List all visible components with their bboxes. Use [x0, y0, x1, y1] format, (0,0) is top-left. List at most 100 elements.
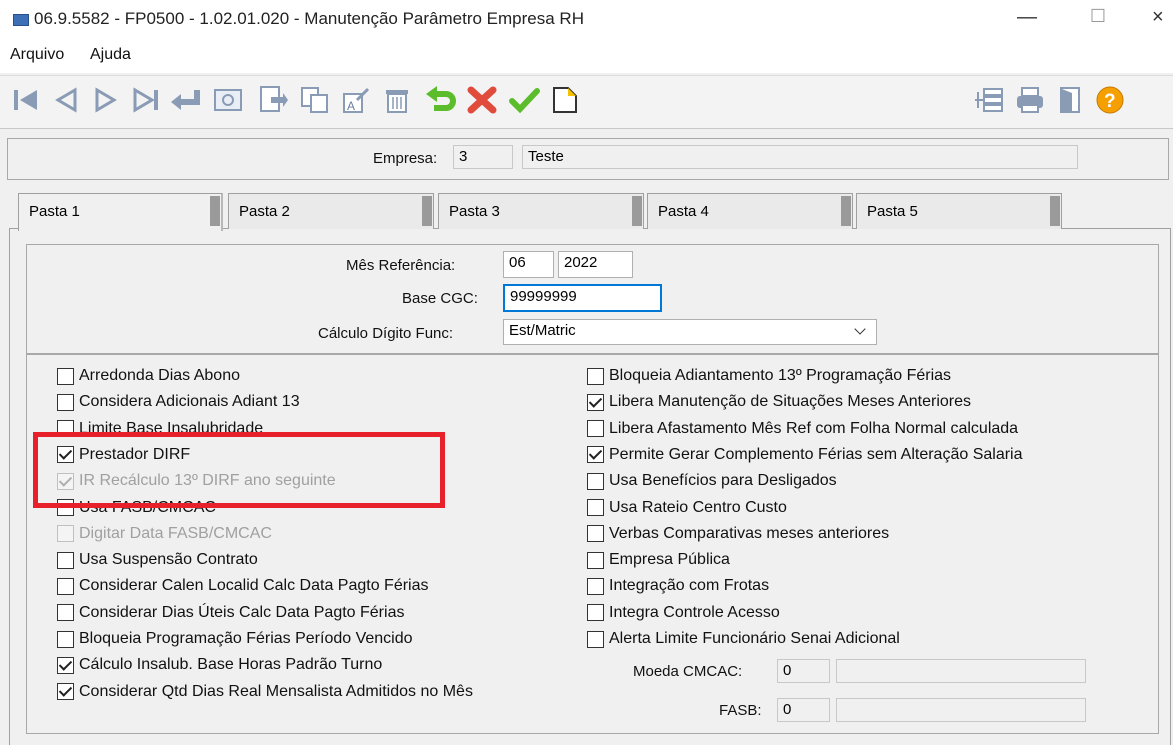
checkbox-unchecked[interactable]: [587, 525, 604, 543]
empresa-code-field: 3: [453, 145, 513, 169]
checkbox-unchecked[interactable]: [57, 367, 74, 385]
calculo-digito-select[interactable]: Est/Matric: [503, 319, 877, 345]
checkbox-option[interactable]: Alerta Limite Funcionário Senai Adiciona…: [587, 628, 900, 650]
ano-field[interactable]: 2022: [558, 251, 633, 278]
fasb-desc: [836, 698, 1086, 722]
checkbox-option[interactable]: Considerar Dias Úteis Calc Data Pagto Fé…: [57, 602, 404, 624]
checkbox-checked[interactable]: [587, 446, 604, 464]
checkbox-unchecked[interactable]: [587, 630, 604, 648]
checkbox-label: Permite Gerar Complemento Férias sem Alt…: [609, 445, 1023, 463]
copy-record-icon[interactable]: [297, 81, 333, 119]
tab-pasta-2[interactable]: Pasta 2: [228, 193, 434, 229]
new-record-icon[interactable]: [255, 81, 291, 119]
checkbox-option[interactable]: Arredonda Dias Abono: [57, 365, 240, 387]
calculo-digito-label: Cálculo Dígito Func:: [318, 325, 454, 342]
checkbox-checked[interactable]: [57, 683, 74, 701]
undo-icon[interactable]: [423, 81, 459, 119]
tab-pasta-4[interactable]: Pasta 4: [647, 193, 853, 229]
close-button[interactable]: ×: [1152, 6, 1173, 32]
checkbox-option[interactable]: Usa Suspensão Contrato: [57, 549, 258, 571]
last-record-icon[interactable]: [128, 81, 164, 119]
checkbox-unchecked[interactable]: [587, 551, 604, 569]
checkbox-unchecked[interactable]: [587, 420, 604, 438]
checkbox-label: Arredonda Dias Abono: [79, 367, 240, 384]
checkbox-option[interactable]: Integra Controle Acesso: [587, 602, 780, 624]
menu-arquivo[interactable]: Arquivo: [10, 46, 64, 64]
checkbox-option[interactable]: Usa Rateio Centro Custo: [587, 497, 787, 519]
minimize-button[interactable]: —: [1012, 6, 1042, 32]
tab-label: Pasta 4: [658, 203, 709, 220]
checkbox-unchecked[interactable]: [587, 577, 604, 595]
checkbox-unchecked[interactable]: [587, 472, 604, 490]
checkbox-unchecked[interactable]: [57, 551, 74, 569]
tab-pasta-3[interactable]: Pasta 3: [438, 193, 644, 229]
checkbox-option[interactable]: Verbas Comparativas meses anteriores: [587, 523, 889, 545]
checkbox-option[interactable]: Bloqueia Adiantamento 13º Programação Fé…: [587, 365, 951, 387]
checkbox-option[interactable]: Integração com Frotas: [587, 575, 769, 597]
moeda-cmcac-field: 0: [777, 659, 830, 683]
goto-enter-icon[interactable]: [168, 81, 204, 119]
checkbox-option[interactable]: Empresa Pública: [587, 549, 730, 571]
fasb-field: 0: [777, 698, 830, 722]
base-cgc-input[interactable]: 99999999: [503, 284, 662, 312]
tab-grip: [632, 196, 642, 226]
checkbox-label: Considera Adicionais Adiant 13: [79, 393, 300, 411]
checkbox-unchecked[interactable]: [587, 367, 604, 385]
tree-structure-icon[interactable]: [970, 81, 1006, 119]
checkbox-unchecked[interactable]: [57, 577, 74, 595]
checkbox-unchecked[interactable]: [587, 499, 604, 516]
tab-pasta-1[interactable]: Pasta 1: [18, 193, 223, 231]
checkbox-option[interactable]: Considerar Qtd Dias Real Mensalista Admi…: [57, 681, 473, 703]
menu-ajuda[interactable]: Ajuda: [90, 46, 131, 64]
mes-field[interactable]: 06: [503, 251, 554, 278]
empresa-name-field: Teste: [522, 145, 1078, 169]
print-icon[interactable]: [1012, 81, 1048, 119]
search-zoom-icon[interactable]: [210, 81, 246, 119]
tab-label: Pasta 2: [239, 203, 290, 220]
checkbox-unchecked[interactable]: [57, 604, 74, 622]
checkbox-unchecked[interactable]: [57, 630, 74, 648]
first-record-icon[interactable]: [8, 81, 44, 119]
tab-pasta-5[interactable]: Pasta 5: [856, 193, 1062, 229]
edit-record-icon[interactable]: A: [338, 81, 374, 119]
checkbox-checked[interactable]: [57, 656, 74, 674]
checkbox-label: Usa Rateio Centro Custo: [609, 498, 787, 516]
tab-grip: [1050, 196, 1060, 226]
checkbox-label: Libera Manutenção de Situações Meses Ant…: [609, 393, 971, 411]
checkbox-option[interactable]: Libera Afastamento Mês Ref com Folha Nor…: [587, 418, 1018, 440]
checkbox-label: Bloqueia Programação Férias Período Venc…: [79, 630, 413, 647]
checkbox-label: Considerar Calen Localid Calc Data Pagto…: [79, 577, 429, 595]
base-cgc-label: Base CGC:: [402, 290, 478, 307]
help-icon[interactable]: ?: [1092, 81, 1128, 119]
checkbox-label: Considerar Qtd Dias Real Mensalista Admi…: [79, 682, 473, 700]
checkbox-label: Empresa Pública: [609, 551, 730, 569]
checkbox-option[interactable]: Usa Benefícios para Desligados: [587, 470, 837, 492]
checkbox-label: Verbas Comparativas meses anteriores: [609, 524, 890, 542]
toolbar: A ?: [0, 75, 1173, 129]
previous-record-icon[interactable]: [48, 81, 84, 119]
checkbox-checked[interactable]: [587, 393, 604, 411]
cancel-icon[interactable]: [464, 81, 500, 119]
checkbox-label: Cálculo Insalub. Base Horas Padrão Turno: [79, 656, 383, 674]
checkbox-option[interactable]: Permite Gerar Complemento Férias sem Alt…: [587, 444, 1023, 466]
save-confirm-icon[interactable]: [506, 81, 542, 119]
checkbox-label: Alerta Limite Funcionário Senai Adiciona…: [609, 630, 900, 647]
checkbox-option[interactable]: Cálculo Insalub. Base Horas Padrão Turno: [57, 654, 382, 676]
fasb-label: FASB:: [719, 702, 762, 719]
maximize-button[interactable]: ☐: [1083, 6, 1113, 32]
menu-bar: [0, 40, 1173, 73]
checkbox-option[interactable]: Libera Manutenção de Situações Meses Ant…: [587, 391, 971, 413]
checkbox-label: Usa Benefícios para Desligados: [609, 472, 837, 490]
chevron-down-icon: [854, 323, 866, 335]
next-record-icon[interactable]: [88, 81, 124, 119]
new-document-icon[interactable]: [547, 81, 583, 119]
delete-record-icon[interactable]: [379, 81, 415, 119]
tab-label: Pasta 5: [867, 203, 918, 220]
exit-door-icon[interactable]: [1052, 81, 1088, 119]
checkbox-option[interactable]: Considerar Calen Localid Calc Data Pagto…: [57, 575, 429, 597]
checkbox-option[interactable]: Bloqueia Programação Férias Período Venc…: [57, 628, 413, 650]
checkbox-unchecked[interactable]: [57, 393, 74, 411]
checkbox-option[interactable]: Considera Adicionais Adiant 13: [57, 391, 300, 413]
checkbox-unchecked[interactable]: [587, 604, 604, 622]
tab-grip: [210, 196, 220, 226]
